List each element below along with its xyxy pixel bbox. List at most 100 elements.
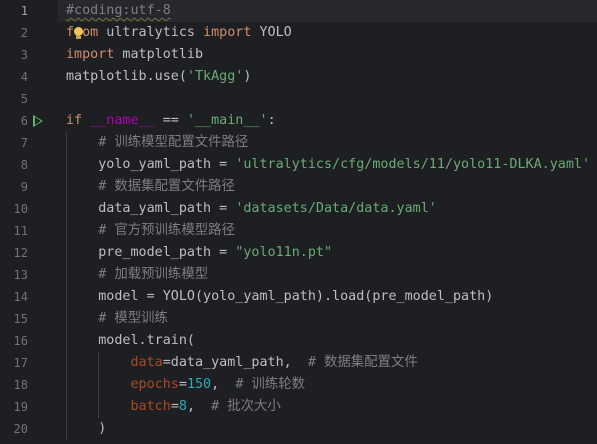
- code-token: # 模型训练: [98, 311, 168, 326]
- indent-guide: [66, 132, 67, 440]
- code-token: =: [178, 377, 187, 392]
- code-token: '__main__': [186, 113, 268, 128]
- code-token: __name__: [90, 113, 155, 128]
- code-token: # 加载预训练模型: [98, 267, 209, 282]
- code-token: if: [66, 113, 83, 128]
- code-text[interactable]: model.train(: [66, 330, 195, 352]
- code-text[interactable]: from ultralytics import YOLO: [66, 22, 292, 44]
- code-token: matplotlib.use(: [66, 69, 187, 84]
- line-number: 9: [20, 180, 28, 194]
- code-token: yolo_yaml_path =: [66, 157, 236, 172]
- code-line[interactable]: 10 data_yaml_path = 'datasets/Data/data.…: [0, 198, 597, 220]
- code-token: ): [66, 421, 107, 436]
- code-line[interactable]: 19 batch=8, # 批次大小: [0, 396, 597, 418]
- line-number: 20: [13, 422, 28, 436]
- code-line[interactable]: 14 model = YOLO(yolo_yaml_path).load(pre…: [0, 286, 597, 308]
- run-icon[interactable]: [33, 115, 43, 127]
- code-line[interactable]: 18 epochs=150, # 训练轮数: [0, 374, 597, 396]
- code-editor[interactable]: 1 #coding:utf-8 2 from ultralytics import Y…: [0, 0, 597, 444]
- code-token: ): [243, 69, 252, 84]
- code-line[interactable]: 5: [0, 88, 597, 110]
- code-token: :: [267, 113, 276, 128]
- code-line[interactable]: 20 ): [0, 418, 597, 440]
- code-text[interactable]: #coding:utf-8: [66, 0, 171, 22]
- code-text[interactable]: ): [66, 418, 106, 440]
- code-line[interactable]: 12 pre_model_path = "yolo11n.pt": [0, 242, 597, 264]
- code-text[interactable]: yolo_yaml_path = 'ultralytics/cfg/models…: [66, 154, 590, 176]
- code-token: # 训练轮数: [235, 377, 305, 392]
- code-line[interactable]: 4 matplotlib.use('TkAgg'): [0, 66, 597, 88]
- code-token: #coding:utf-8: [66, 3, 171, 18]
- code-line[interactable]: 15 # 模型训练: [0, 308, 597, 330]
- code-token: ultralytics: [98, 25, 204, 40]
- code-text[interactable]: import matplotlib: [66, 44, 203, 66]
- code-token: import: [203, 25, 252, 40]
- line-number: 11: [13, 224, 28, 238]
- code-token: ,: [211, 377, 236, 392]
- code-text[interactable]: # 加载预训练模型: [66, 264, 208, 286]
- line-number: 10: [13, 202, 28, 216]
- code-line[interactable]: 16 model.train(: [0, 330, 597, 352]
- line-number: 13: [13, 268, 28, 282]
- code-token: =data_yaml_path,: [162, 355, 308, 370]
- code-text[interactable]: if __name__ == '__main__':: [66, 110, 276, 132]
- code-line[interactable]: 6 if __name__ == '__main__':: [0, 110, 597, 132]
- code-token: 150: [186, 377, 212, 392]
- code-token: model.train(: [66, 333, 195, 348]
- line-number: 15: [13, 312, 28, 326]
- indent-guide: [98, 352, 99, 418]
- code-text[interactable]: epochs=150, # 训练轮数: [66, 374, 306, 396]
- line-number: 12: [13, 246, 28, 260]
- code-token: data: [130, 355, 163, 370]
- code-token: # 训练模型配置文件路径: [98, 135, 249, 150]
- code-text[interactable]: model = YOLO(yolo_yaml_path).load(pre_mo…: [66, 286, 493, 308]
- code-line[interactable]: 11 # 官方预训练模型路径: [0, 220, 597, 242]
- line-number: 6: [20, 114, 28, 128]
- line-number: 5: [20, 92, 28, 106]
- code-text[interactable]: # 数据集配置文件路径: [66, 176, 235, 198]
- code-line[interactable]: 3 import matplotlib: [0, 44, 597, 66]
- code-token: # 数据集配置文件: [307, 355, 418, 370]
- line-number: 3: [20, 48, 28, 62]
- code-token: matplotlib: [114, 47, 204, 62]
- code-text[interactable]: # 训练模型配置文件路径: [66, 132, 248, 154]
- code-line[interactable]: 17 data=data_yaml_path, # 数据集配置文件: [0, 352, 597, 374]
- code-line[interactable]: 9 # 数据集配置文件路径: [0, 176, 597, 198]
- code-token: "yolo11n.pt": [235, 245, 333, 260]
- line-number: 18: [13, 378, 28, 392]
- code-line[interactable]: 7 # 训练模型配置文件路径: [0, 132, 597, 154]
- code-text[interactable]: matplotlib.use('TkAgg'): [66, 66, 251, 88]
- code-token: 8: [178, 399, 187, 414]
- code-token: pre_model_path =: [66, 245, 236, 260]
- code-token: # 官方预训练模型路径: [98, 223, 235, 238]
- code-token: # 数据集配置文件路径: [98, 179, 235, 194]
- lightbulb-icon[interactable]: [74, 27, 83, 39]
- code-token: 'TkAgg': [186, 69, 244, 84]
- line-number: 14: [13, 290, 28, 304]
- code-text[interactable]: data=data_yaml_path, # 数据集配置文件: [66, 352, 418, 374]
- code-line[interactable]: 8 yolo_yaml_path = 'ultralytics/cfg/mode…: [0, 154, 597, 176]
- code-line[interactable]: 2 from ultralytics import YOLO: [0, 22, 597, 44]
- code-token: 'ultralytics/cfg/models/11/yolo11-DLKA.y…: [235, 157, 591, 172]
- code-line[interactable]: 1 #coding:utf-8: [0, 0, 597, 22]
- code-text[interactable]: # 模型训练: [66, 308, 168, 330]
- code-token: data_yaml_path =: [66, 201, 236, 216]
- code-token: model = YOLO(yolo_yaml_path).load(pre_mo…: [66, 289, 494, 304]
- code-token: ,: [186, 399, 212, 414]
- code-line[interactable]: 13 # 加载预训练模型: [0, 264, 597, 286]
- line-number: 8: [20, 158, 28, 172]
- code-text[interactable]: # 官方预训练模型路径: [66, 220, 235, 242]
- code-text[interactable]: data_yaml_path = 'datasets/Data/data.yam…: [66, 198, 437, 220]
- code-text[interactable]: pre_model_path = "yolo11n.pt": [66, 242, 332, 264]
- code-token: import: [66, 47, 115, 62]
- code-token: epochs: [130, 377, 179, 392]
- line-number: 4: [20, 70, 28, 84]
- code-token: =: [170, 399, 179, 414]
- code-token: # 批次大小: [211, 399, 281, 414]
- code-token: batch: [130, 399, 171, 414]
- code-token: YOLO: [251, 25, 292, 40]
